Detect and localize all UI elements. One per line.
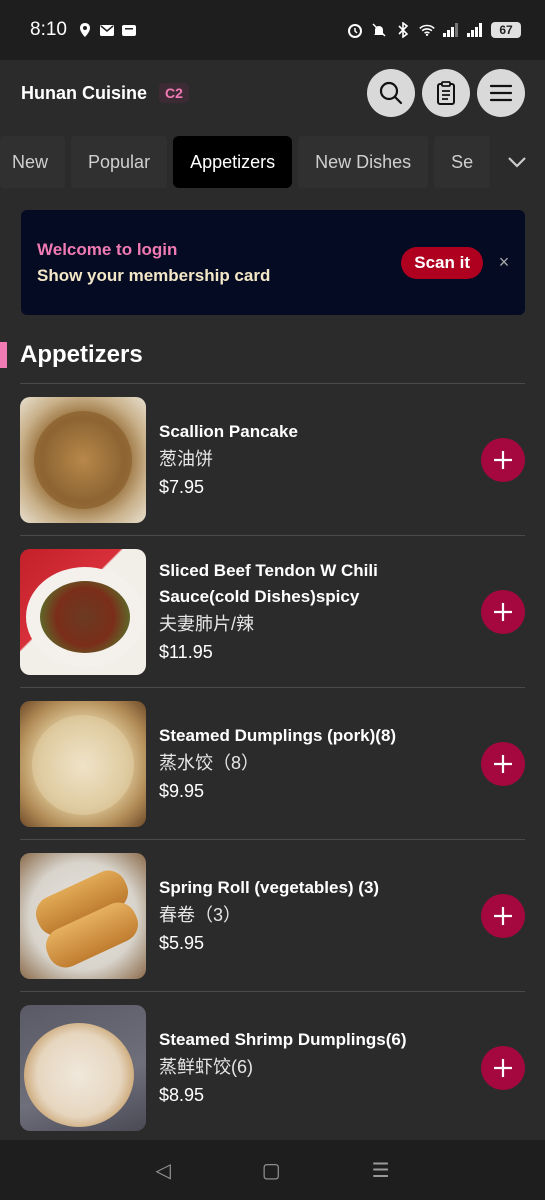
chevron-down-icon [508,157,526,168]
plus-icon [494,602,512,621]
item-price: $7.95 [159,476,205,497]
item-price: $9.95 [159,780,205,801]
table-badge: C2 [159,83,189,103]
section-marker [0,342,7,368]
item-info: Steamed Shrimp Dumplings(6) 蒸鲜虾饺(6) $8.9… [159,1027,471,1109]
tab-new[interactable]: New [0,136,66,188]
banner-instruction-text: Show your membership card [37,265,271,285]
header-actions [367,69,525,117]
item-price: $5.95 [159,932,205,953]
plus-icon [494,450,512,469]
status-notification-icons [77,23,137,37]
status-system-icons: 67 [347,22,521,38]
tab-appetizers[interactable]: Appetizers [173,136,293,188]
dish-image [20,548,146,675]
tab-new-dishes[interactable]: New Dishes [298,136,429,188]
home-icon[interactable]: ▢ [262,1158,281,1183]
category-tabs: New Popular Appetizers New Dishes Se [0,126,545,198]
item-name: Sliced Beef Tendon W Chili Sauce(cold Di… [159,560,378,606]
signal-icon [443,23,459,37]
item-name-chinese: 春卷（3） [159,904,242,925]
scan-button[interactable]: Scan it [401,246,483,279]
location-icon [77,23,93,37]
dish-image [20,1004,146,1131]
item-name: Steamed Dumplings (pork)(8) [159,725,397,745]
item-name: Steamed Shrimp Dumplings(6) [159,1029,407,1049]
item-info: Steamed Dumplings (pork)(8) 蒸水饺（8） $9.95 [159,723,471,805]
add-to-cart-button[interactable] [481,741,525,786]
banner-welcome-text: Welcome to login [37,239,178,259]
add-to-cart-button[interactable] [481,893,525,938]
battery-indicator: 67 [491,22,521,38]
dish-image [20,852,146,979]
message-icon [121,23,137,37]
item-info: Scallion Pancake 葱油饼 $7.95 [159,419,471,501]
menu-item[interactable]: Steamed Shrimp Dumplings(6) 蒸鲜虾饺(6) $8.9… [20,992,525,1144]
item-name-chinese: 葱油饼 [159,448,213,469]
banner-text: Welcome to login Show your membership ca… [37,240,270,286]
menu-item[interactable]: Sliced Beef Tendon W Chili Sauce(cold Di… [20,536,525,688]
tab-popular[interactable]: Popular [71,136,168,188]
item-name: Scallion Pancake [159,421,298,441]
item-name: Spring Roll (vegetables) (3) [159,877,380,897]
section-title: Appetizers [0,335,545,375]
clipboard-icon [437,81,455,105]
mute-icon [371,23,387,37]
plus-icon [494,906,512,925]
menu-button[interactable] [477,69,525,117]
close-icon[interactable]: × [497,252,511,273]
section-title-text: Appetizers [20,341,143,368]
system-nav-bar: ◁ ▢ ☰ [0,1140,545,1200]
item-price: $11.95 [159,641,213,662]
back-icon[interactable]: ◁ [155,1158,170,1183]
item-price: $8.95 [159,1084,205,1105]
plus-icon [494,1058,512,1077]
add-to-cart-button[interactable] [481,589,525,634]
signal-icon-2 [467,23,483,37]
store-name: Hunan Cuisine [21,82,148,103]
status-time: 8:10 [30,19,67,40]
plus-icon [494,754,512,773]
item-info: Sliced Beef Tendon W Chili Sauce(cold Di… [159,558,471,666]
search-button[interactable] [367,69,415,117]
dish-image [20,700,146,827]
membership-banner: Welcome to login Show your membership ca… [21,210,525,315]
menu-icon [489,84,513,102]
item-info: Spring Roll (vegetables) (3) 春卷（3） $5.95 [159,875,471,957]
alarm-icon [347,23,363,38]
bluetooth-icon [395,22,411,38]
recents-icon[interactable]: ☰ [372,1158,390,1183]
expand-categories-button[interactable] [489,126,545,198]
item-name-chinese: 蒸水饺（8） [159,752,260,773]
dish-image [20,396,146,523]
search-icon [379,81,403,105]
menu-item[interactable]: Scallion Pancake 葱油饼 $7.95 [20,384,525,536]
mail-icon [99,23,115,37]
item-name-chinese: 夫妻肺片/辣 [159,613,255,634]
menu-item[interactable]: Spring Roll (vegetables) (3) 春卷（3） $5.95 [20,840,525,992]
add-to-cart-button[interactable] [481,1045,525,1090]
item-name-chinese: 蒸鲜虾饺(6) [159,1056,253,1077]
store-header: Hunan Cuisine C2 [0,60,545,126]
status-bar: 8:10 67 [0,0,545,60]
add-to-cart-button[interactable] [481,437,525,482]
tab-truncated[interactable]: Se [434,136,491,188]
wifi-icon [419,23,435,37]
orders-button[interactable] [422,69,470,117]
menu-list: Scallion Pancake 葱油饼 $7.95 Sliced Beef T… [0,384,545,1144]
menu-item[interactable]: Steamed Dumplings (pork)(8) 蒸水饺（8） $9.95 [20,688,525,840]
